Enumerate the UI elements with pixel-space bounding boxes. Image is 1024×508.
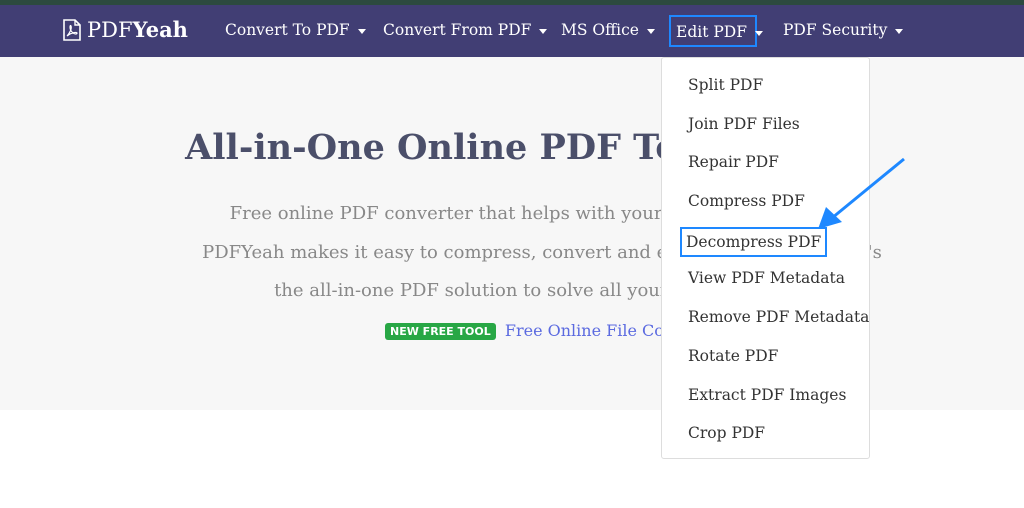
annotation-arrow-icon bbox=[818, 157, 905, 229]
